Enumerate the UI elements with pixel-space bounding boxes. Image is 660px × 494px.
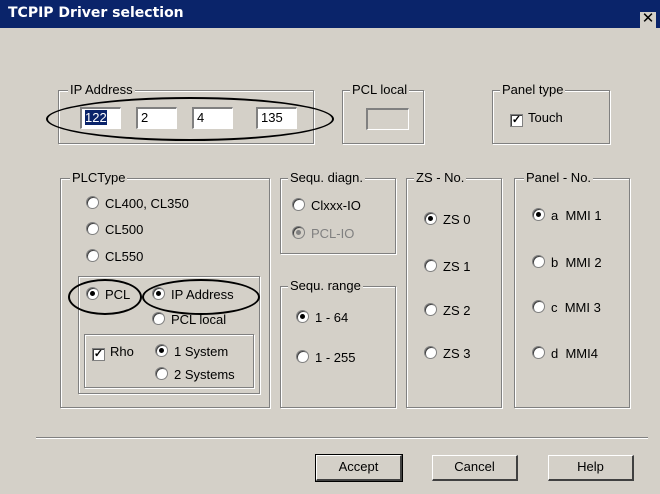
- pcl-local-radio[interactable]: PCL local: [152, 312, 226, 328]
- radio-icon: [292, 198, 305, 211]
- panel-mmi1-radio[interactable]: a MMI 1: [532, 208, 602, 224]
- plc-option-pcl[interactable]: PCL: [86, 287, 130, 303]
- plc-option-cl400[interactable]: CL400, CL350: [86, 196, 189, 212]
- plc-type-legend: PLCType: [70, 170, 128, 185]
- pcl-local-legend: PCL local: [350, 82, 410, 97]
- radio-icon: [152, 287, 165, 300]
- pcl-ip-address-radio[interactable]: IP Address: [152, 287, 234, 303]
- cancel-button[interactable]: Cancel: [432, 455, 518, 481]
- radio-icon: [155, 367, 168, 380]
- sequ-range-64-radio[interactable]: 1 - 64: [296, 310, 348, 326]
- separator-line-highlight: [36, 438, 648, 439]
- rho-label: Rho: [110, 344, 134, 359]
- radio-icon: [86, 287, 99, 300]
- radio-icon: [152, 312, 165, 325]
- radio-icon: [296, 350, 309, 363]
- radio-icon: [86, 222, 99, 235]
- panel-mmi2-radio[interactable]: b MMI 2: [532, 255, 602, 271]
- rho-2-systems-radio[interactable]: 2 Systems: [155, 367, 235, 383]
- sequ-diagn-legend: Sequ. diagn.: [288, 170, 366, 185]
- panel-no-legend: Panel - No.: [524, 170, 594, 185]
- ip-octet-2-input[interactable]: 2: [136, 107, 177, 129]
- zs-1-radio[interactable]: ZS 1: [424, 259, 470, 275]
- rho-1-system-radio[interactable]: 1 System: [155, 344, 228, 360]
- radio-icon: [86, 196, 99, 209]
- pcl-local-input[interactable]: [366, 108, 409, 130]
- radio-icon: [424, 259, 437, 272]
- radio-icon: [532, 208, 545, 221]
- sequ-diagn-group: [280, 178, 396, 254]
- radio-icon: [292, 226, 305, 239]
- accept-button[interactable]: Accept: [315, 454, 403, 482]
- radio-icon: [155, 344, 168, 357]
- rho-checkbox[interactable]: ✓ Rho: [92, 344, 134, 361]
- plc-option-cl500[interactable]: CL500: [86, 222, 143, 238]
- ip-octet-4-input[interactable]: 135: [256, 107, 297, 129]
- sequ-diagn-pcl-radio[interactable]: PCL-IO: [292, 226, 354, 242]
- zs-no-legend: ZS - No.: [414, 170, 467, 185]
- sequ-range-legend: Sequ. range: [288, 278, 363, 293]
- sequ-range-255-radio[interactable]: 1 - 255: [296, 350, 355, 366]
- close-icon[interactable]: ✕: [642, 10, 655, 27]
- panel-mmi3-radio[interactable]: c MMI 3: [532, 300, 601, 316]
- sequ-range-group: [280, 286, 396, 408]
- checkbox-check-icon[interactable]: ✓: [92, 348, 105, 361]
- panel-mmi4-radio[interactable]: d MMI4: [532, 346, 598, 362]
- radio-icon: [424, 212, 437, 225]
- zs-2-radio[interactable]: ZS 2: [424, 303, 470, 319]
- panel-type-legend: Panel type: [500, 82, 566, 97]
- zs-3-radio[interactable]: ZS 3: [424, 346, 470, 362]
- touch-checkbox[interactable]: ✓ Touch: [510, 110, 563, 127]
- radio-icon: [424, 346, 437, 359]
- radio-icon: [296, 310, 309, 323]
- close-button[interactable]: ✕: [640, 10, 656, 28]
- radio-icon: [532, 255, 545, 268]
- radio-icon: [532, 300, 545, 313]
- help-button[interactable]: Help: [548, 455, 634, 481]
- radio-icon: [86, 249, 99, 262]
- plc-option-cl550[interactable]: CL550: [86, 249, 143, 265]
- radio-icon: [424, 303, 437, 316]
- ip-address-legend: IP Address: [68, 82, 135, 97]
- zs-0-radio[interactable]: ZS 0: [424, 212, 470, 228]
- sequ-diagn-clxxx-radio[interactable]: Clxxx-IO: [292, 198, 361, 214]
- touch-label: Touch: [528, 110, 563, 125]
- ip-octet-1-input[interactable]: 122: [80, 107, 121, 129]
- radio-icon: [532, 346, 545, 359]
- title-bar: TCPIP Driver selection: [0, 0, 660, 28]
- checkbox-check-icon[interactable]: ✓: [510, 114, 523, 127]
- ip-octet-3-input[interactable]: 4: [192, 107, 233, 129]
- window-title: TCPIP Driver selection: [8, 5, 184, 21]
